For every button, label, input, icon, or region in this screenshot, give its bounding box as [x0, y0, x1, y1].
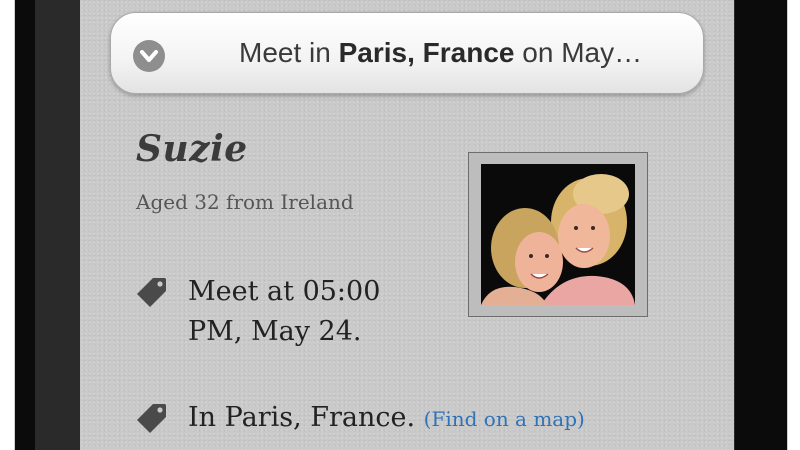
profile-photo-frame [468, 152, 648, 317]
summary-location: Paris, France [338, 37, 515, 68]
meeting-location-line: In Paris, France. (Find on a map) [188, 398, 585, 439]
app-screen: Meet in Paris, France on May… Suzie Aged… [80, 0, 734, 450]
meeting-time-text: Meet at 05:00 PM, May 24. [188, 276, 381, 347]
tag-icon [136, 276, 168, 308]
profile-photo [481, 164, 635, 305]
meeting-summary-button[interactable]: Meet in Paris, France on May… [110, 12, 704, 94]
find-on-map-link[interactable]: (Find on a map) [424, 407, 585, 431]
profile-subtitle: Aged 32 from Ireland [136, 190, 354, 214]
summary-prefix: Meet in [239, 37, 339, 68]
summary-suffix: on May… [514, 37, 643, 68]
chevron-down-icon[interactable] [133, 40, 165, 72]
meeting-location-text: In Paris, France. [188, 402, 416, 433]
tag-icon [136, 402, 168, 434]
meeting-summary-text: Meet in Paris, France on May… [239, 36, 703, 70]
profile-name: Suzie [136, 128, 248, 170]
